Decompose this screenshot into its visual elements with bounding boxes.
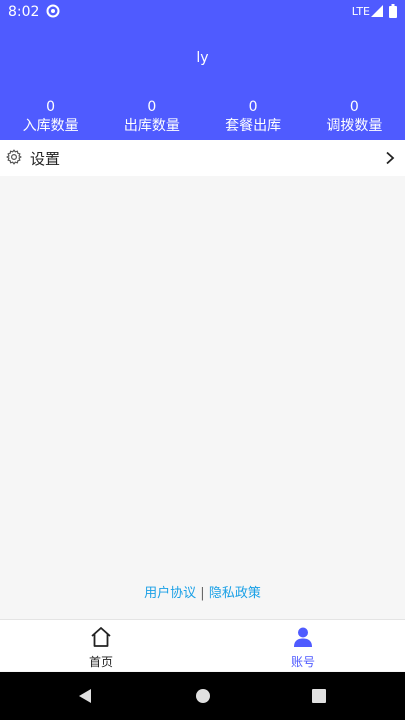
stat-label: 入库数量 [22, 118, 79, 134]
gear-icon [6, 149, 22, 165]
stat-label: 出库数量 [123, 118, 180, 134]
stat-outbound[interactable]: 0 出库数量 [101, 98, 202, 135]
app-notification-icon [46, 4, 60, 18]
home-circle-icon[interactable] [195, 688, 211, 704]
user-icon [294, 627, 312, 647]
stat-label: 套餐出库 [225, 118, 282, 134]
bottom-tabbar: 首页 账号 [0, 619, 405, 671]
stat-value: 0 [349, 99, 359, 115]
tab-label: 账号 [290, 655, 315, 669]
stat-label: 调拨数量 [326, 118, 383, 134]
tab-account[interactable]: 账号 [202, 620, 404, 672]
privacy-policy-link[interactable]: 隐私政策 [209, 586, 261, 601]
status-bar: 8:02 LTE [0, 0, 405, 24]
tab-label: 首页 [88, 655, 113, 669]
profile-header: 8:02 LTE ly 0 入库数量 0 出库数量 0 套餐出库 0 调拨数量 [0, 0, 405, 140]
status-network: LTE [351, 5, 370, 18]
stat-value: 0 [46, 99, 56, 115]
settings-label: 设置 [30, 150, 61, 168]
tab-home[interactable]: 首页 [0, 620, 202, 672]
battery-icon [389, 4, 397, 18]
stats-row: 0 入库数量 0 出库数量 0 套餐出库 0 调拨数量 [0, 98, 405, 135]
signal-icon [371, 5, 383, 17]
stat-value: 0 [248, 99, 258, 115]
back-icon[interactable] [77, 688, 93, 704]
status-time: 8:02 [8, 4, 40, 20]
stat-value: 0 [147, 99, 157, 115]
stat-package-outbound[interactable]: 0 套餐出库 [203, 98, 304, 135]
home-icon [91, 627, 111, 647]
system-navbar [0, 672, 405, 720]
settings-row[interactable]: 设置 [0, 140, 405, 176]
user-agreement-link[interactable]: 用户协议 [144, 586, 196, 601]
recents-icon[interactable] [311, 688, 327, 704]
username: ly [196, 50, 209, 66]
chevron-right-icon [386, 151, 395, 165]
footer-links: 用户协议 | 隐私政策 [0, 582, 405, 601]
link-separator: | [200, 586, 205, 601]
stat-inbound[interactable]: 0 入库数量 [0, 98, 101, 135]
stat-transfer[interactable]: 0 调拨数量 [304, 98, 405, 135]
